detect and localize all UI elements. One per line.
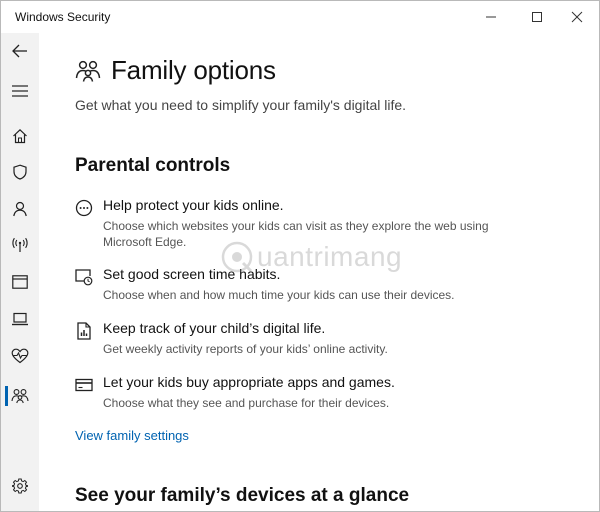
maximize-icon (532, 12, 542, 22)
sidebar-item-home[interactable] (1, 118, 39, 154)
sidebar-item-firewall-network[interactable] (1, 227, 39, 263)
navigation-sidebar (1, 33, 39, 511)
sidebar-item-virus-protection[interactable] (1, 154, 39, 190)
title-bar: Windows Security (1, 1, 599, 33)
sidebar-item-app-browser-control[interactable] (1, 264, 39, 300)
sidebar-item-device-security[interactable] (1, 301, 39, 337)
page-header: Family options (75, 55, 276, 86)
family-icon (11, 389, 29, 404)
page-subtitle: Get what you need to simplify your famil… (75, 97, 407, 113)
shield-icon (13, 164, 27, 180)
close-button[interactable] (554, 1, 600, 33)
person-icon (13, 201, 27, 217)
main-content: Family options Get what you need to simp… (39, 33, 599, 511)
feature-title: Keep track of your child’s digital life. (103, 320, 326, 336)
sidebar-item-settings[interactable] (1, 468, 39, 504)
family-devices-heading: See your family’s devices at a glance (75, 485, 410, 506)
window-title: Windows Security (15, 10, 111, 24)
watermark-text: uantrimang (257, 241, 403, 272)
parental-controls-heading: Parental controls (75, 155, 231, 176)
back-button[interactable] (1, 33, 39, 69)
menu-button[interactable] (1, 73, 39, 109)
watermark: uantrimang (219, 239, 402, 275)
feature-title: Help protect your kids online. (103, 197, 284, 213)
home-icon (13, 128, 27, 144)
app-window: Windows Security Family options Get what… (0, 0, 600, 512)
activity-report-icon (77, 322, 91, 340)
watermark-logo-icon (221, 241, 253, 273)
family-icon (75, 60, 101, 82)
sidebar-item-account-protection[interactable] (1, 191, 39, 227)
sidebar-item-device-performance[interactable] (1, 338, 39, 374)
feature-description: Choose when and how much time your kids … (103, 288, 455, 302)
back-arrow-icon (12, 44, 27, 58)
gear-icon (12, 478, 28, 494)
view-family-settings-link[interactable]: View family settings (75, 428, 189, 443)
heart-pulse-icon (11, 348, 29, 364)
wireless-antenna-icon (12, 237, 28, 252)
feature-description: Get weekly activity reports of your kids… (103, 342, 388, 356)
feature-title: Let your kids buy appropriate apps and g… (103, 374, 395, 390)
feature-description: Choose what they see and purchase for th… (103, 396, 390, 410)
laptop-icon (12, 312, 28, 326)
browser-window-icon (12, 275, 28, 289)
credit-card-icon (75, 378, 93, 392)
minimize-button[interactable] (468, 1, 514, 33)
page-title: Family options (111, 55, 276, 85)
hamburger-menu-icon (12, 85, 28, 97)
chat-bubble-icon (75, 199, 93, 217)
close-icon (571, 11, 583, 23)
sidebar-item-family-options[interactable] (1, 378, 39, 414)
minimize-icon (486, 16, 496, 18)
screen-clock-icon (75, 269, 93, 286)
